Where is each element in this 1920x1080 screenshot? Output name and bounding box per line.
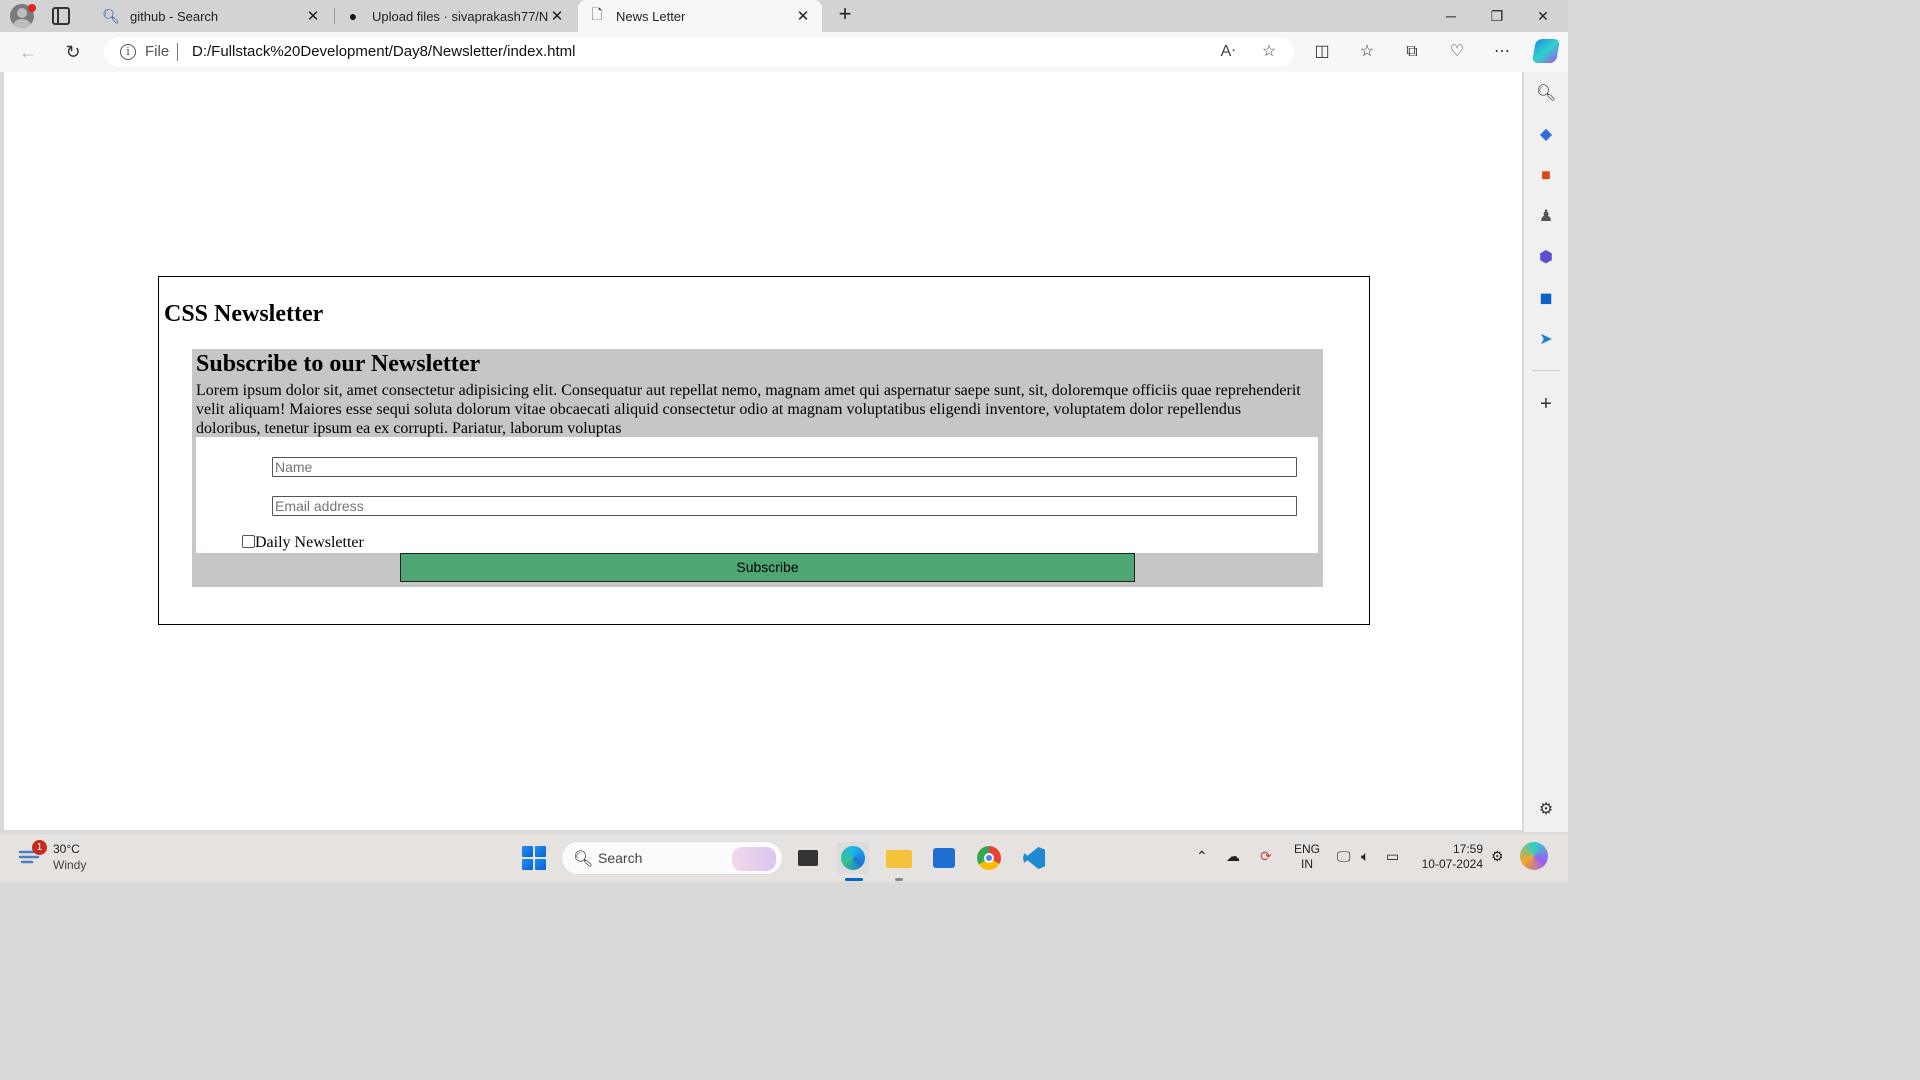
- tab-label: github - Search: [130, 8, 219, 24]
- edge-sidebar: 🔍︎ ◆ ■ ♟ ⬢ ◼ ➤ + ⚙: [1524, 72, 1568, 832]
- shopping-tag-icon[interactable]: ◆: [1536, 125, 1556, 145]
- tab-actions-icon[interactable]: [52, 7, 70, 25]
- tab-label: Upload files · sivaprakash77/Newsletter: [372, 8, 548, 24]
- chrome-icon[interactable]: [973, 842, 1005, 874]
- network-icon[interactable]: 🖵: [1337, 848, 1351, 865]
- volume-icon[interactable]: 🔈︎: [1361, 848, 1369, 865]
- restore-button[interactable]: ❐: [1474, 0, 1520, 32]
- collections-icon[interactable]: ⧉: [1400, 40, 1424, 64]
- subscribe-button[interactable]: Subscribe: [400, 553, 1135, 582]
- read-aloud-icon[interactable]: Aᐧ: [1217, 41, 1239, 63]
- clock-date: 10-07-2024: [1421, 857, 1483, 871]
- refresh-icon[interactable]: ↻: [61, 40, 85, 64]
- send-icon[interactable]: ➤: [1536, 330, 1556, 350]
- running-app-indicator: [895, 878, 903, 881]
- subscribe-panel: Subscribe to our Newsletter Lorem ipsum …: [192, 349, 1323, 587]
- language-code: ENG: [1294, 842, 1321, 856]
- page-viewport: CSS Newsletter Subscribe to our Newslett…: [4, 72, 1522, 830]
- settings-gear-icon[interactable]: ⚙: [1536, 800, 1556, 820]
- subscribe-form: Daily Newsletter: [196, 437, 1318, 553]
- games-icon[interactable]: ♟: [1536, 207, 1556, 227]
- weather-temperature: 30°C: [53, 842, 80, 856]
- info-icon[interactable]: i: [120, 44, 136, 60]
- tab-github-search[interactable]: 🔍︎ github - Search ✕: [92, 0, 332, 32]
- clock-time: 17:59: [1452, 842, 1483, 856]
- tools-icon[interactable]: ■: [1536, 166, 1556, 186]
- favorites-icon[interactable]: ☆: [1355, 40, 1379, 64]
- daily-newsletter-checkbox[interactable]: [242, 535, 255, 548]
- notifications-icon[interactable]: ⚙: [1491, 848, 1504, 865]
- new-tab-button[interactable]: +: [834, 3, 856, 26]
- outlook-icon[interactable]: ◼: [1536, 289, 1556, 309]
- active-app-indicator: [845, 878, 863, 881]
- copilot-icon[interactable]: [1531, 39, 1561, 63]
- close-tab-icon[interactable]: ✕: [794, 7, 812, 25]
- taskbar-search-label: Search: [598, 850, 643, 866]
- tab-strip: 🔍︎ github - Search ✕ ● Upload files · si…: [0, 0, 1568, 32]
- browser-toolbar: ← ↻ i File D:/Fullstack%20Development/Da…: [0, 32, 1568, 72]
- sync-icon[interactable]: ⟳: [1260, 848, 1272, 865]
- more-menu-icon[interactable]: ⋯: [1490, 40, 1514, 64]
- daily-newsletter-label: Daily Newsletter: [255, 534, 364, 551]
- taskbar-search[interactable]: 🔍︎ Search: [561, 841, 783, 875]
- show-hidden-icons-chevron-icon[interactable]: ⌃: [1196, 848, 1208, 865]
- search-highlight-icon: [732, 847, 776, 871]
- battery-icon[interactable]: ▭: [1386, 848, 1399, 865]
- email-input[interactable]: [272, 496, 1297, 516]
- weather-alert-badge: 1: [32, 840, 47, 855]
- region-code: IN: [1301, 857, 1313, 871]
- subscribe-title: Subscribe to our Newsletter: [196, 351, 481, 377]
- windows-taskbar: 1 30°C Windy 🔍︎ Search ⌃ ☁ ⟳ ENG IN 🖵 🔈︎…: [0, 834, 1568, 882]
- address-separator: [177, 43, 178, 61]
- weather-condition: Windy: [53, 858, 87, 872]
- language-indicator[interactable]: ENG IN: [1294, 842, 1320, 872]
- close-tab-icon[interactable]: ✕: [304, 7, 322, 25]
- github-icon: ●: [348, 8, 358, 24]
- close-window-button[interactable]: ✕: [1520, 0, 1566, 32]
- subscribe-description: Lorem ipsum dolor sit, amet consectetur …: [196, 382, 1301, 437]
- microsoft-365-icon[interactable]: ⬢: [1536, 248, 1556, 268]
- add-icon[interactable]: +: [1536, 394, 1556, 414]
- task-view-icon[interactable]: [792, 842, 824, 874]
- file-explorer-icon[interactable]: [883, 842, 915, 874]
- system-clock[interactable]: 17:59 10-07-2024: [1415, 842, 1483, 872]
- vscode-icon[interactable]: [1018, 842, 1050, 874]
- search-icon: 🔍︎: [573, 851, 594, 868]
- page-icon: 🗋: [591, 6, 603, 22]
- onedrive-cloud-icon[interactable]: ☁: [1226, 848, 1240, 865]
- browser-essentials-icon[interactable]: ♡: [1445, 40, 1469, 64]
- favorite-star-icon[interactable]: ☆: [1258, 41, 1280, 63]
- search-icon[interactable]: 🔍︎: [1536, 84, 1556, 104]
- copilot-preview-icon[interactable]: [1520, 842, 1548, 870]
- windows-start-icon[interactable]: [522, 846, 546, 870]
- split-screen-icon[interactable]: ◫: [1310, 40, 1334, 64]
- back-arrow-icon[interactable]: ←: [16, 40, 40, 64]
- tab-upload-files[interactable]: ● Upload files · sivaprakash77/Newslette…: [334, 0, 576, 32]
- newsletter-container: CSS Newsletter Subscribe to our Newslett…: [158, 276, 1370, 625]
- close-tab-icon[interactable]: ✕: [548, 7, 566, 25]
- profile-notification-dot: [28, 4, 36, 12]
- page-title: CSS Newsletter: [164, 301, 324, 327]
- name-input[interactable]: [272, 457, 1297, 477]
- address-bar[interactable]: i File D:/Fullstack%20Development/Day8/N…: [104, 37, 1294, 67]
- tab-news-letter[interactable]: 🗋 News Letter ✕: [578, 0, 822, 32]
- url-scheme: File: [145, 43, 170, 60]
- url-text[interactable]: D:/Fullstack%20Development/Day8/Newslett…: [192, 43, 576, 60]
- edge-browser-icon[interactable]: [837, 842, 869, 874]
- microsoft-store-icon[interactable]: [928, 842, 960, 874]
- sidebar-divider: [1532, 370, 1560, 371]
- tab-label: News Letter: [616, 8, 686, 24]
- minimize-button[interactable]: ─: [1428, 0, 1474, 32]
- search-icon: 🔍︎: [102, 7, 120, 24]
